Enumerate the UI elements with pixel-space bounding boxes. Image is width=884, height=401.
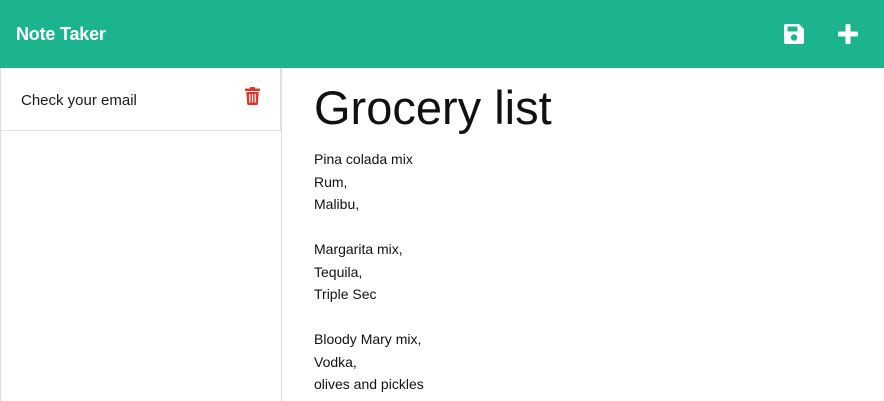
note-item-title[interactable]: Check your email: [21, 90, 137, 109]
note-editor: Pina colada mix Rum, Malibu, Margarita m…: [283, 68, 884, 401]
save-note-button[interactable]: [782, 22, 806, 46]
nav-actions: [782, 22, 868, 46]
note-body-textarea[interactable]: Pina colada mix Rum, Malibu, Margarita m…: [314, 148, 853, 398]
note-list: Check your email: [1, 68, 281, 131]
list-item[interactable]: Check your email: [1, 68, 281, 131]
new-note-button[interactable]: [836, 22, 860, 46]
plus-icon: [838, 24, 858, 44]
delete-note-button[interactable]: [244, 87, 260, 105]
note-sidebar: Check your email: [0, 68, 282, 401]
app-title[interactable]: Note Taker: [16, 24, 106, 45]
note-title-input[interactable]: [314, 82, 853, 134]
navbar: Note Taker: [0, 0, 884, 68]
floppy-disk-icon: [783, 24, 804, 44]
trash-icon: [244, 87, 260, 105]
